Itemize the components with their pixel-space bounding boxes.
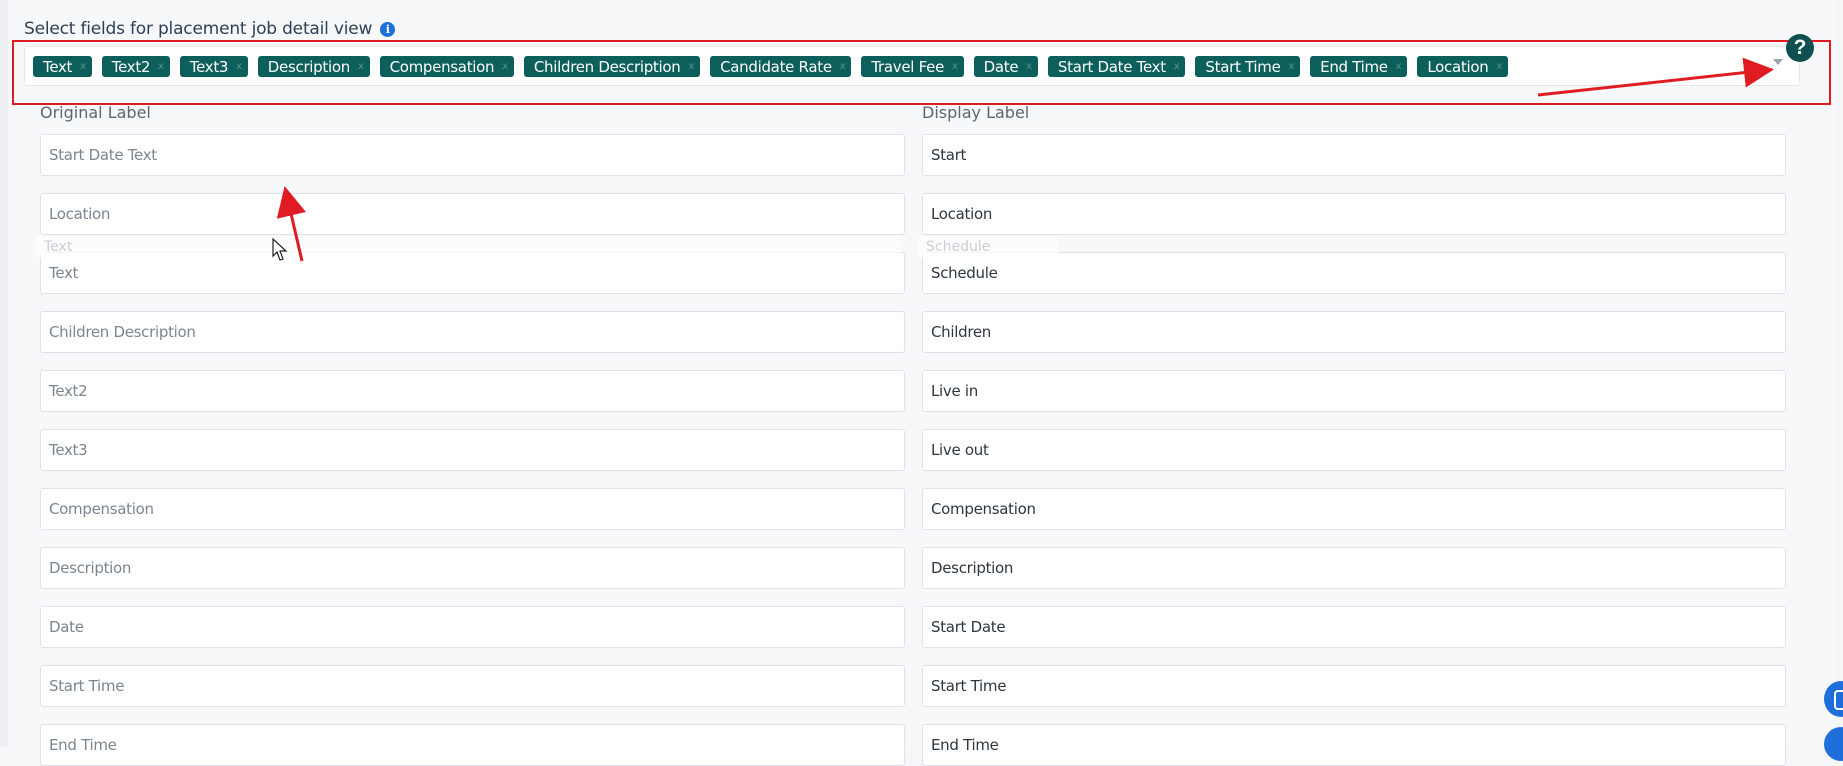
field-chip-label: Candidate Rate (720, 57, 832, 76)
field-chip-label: Location (1427, 57, 1489, 76)
display-label-input[interactable]: Live in (922, 370, 1786, 412)
drag-ghost-original-text: Text (44, 239, 73, 255)
field-chip-label: Travel Fee (871, 57, 944, 76)
field-chip[interactable]: Text2 x (101, 56, 170, 77)
remove-chip-icon[interactable]: x (1496, 61, 1502, 72)
display-label-input[interactable]: Schedule (922, 252, 1786, 294)
field-chip[interactable]: Compensation x (379, 56, 514, 77)
original-label-field[interactable]: Start Date Text (40, 134, 905, 176)
field-chip-label: Children Description (533, 57, 681, 76)
field-chip-label: Text3 (189, 57, 229, 76)
display-label-header: Display Label (922, 103, 1030, 122)
remove-chip-icon[interactable]: x (1174, 61, 1180, 72)
field-chip[interactable]: Description x (257, 56, 370, 77)
display-label-input[interactable]: Live out (922, 429, 1786, 471)
field-chip[interactable]: End Time x (1310, 56, 1408, 77)
field-chip-label: Start Date Text (1057, 57, 1166, 76)
display-label-input[interactable]: Start Time (922, 665, 1786, 707)
display-label-input[interactable]: Start (922, 134, 1786, 176)
section-title-text: Select fields for placement job detail v… (24, 19, 373, 39)
field-chip[interactable]: Date x (973, 56, 1038, 77)
original-label-field[interactable]: Location (40, 193, 905, 235)
remove-chip-icon[interactable]: x (158, 61, 164, 72)
original-label-field[interactable]: Date (40, 606, 905, 648)
field-chip[interactable]: Text x (33, 56, 92, 77)
display-label-input[interactable]: Children (922, 311, 1786, 353)
field-chip[interactable]: Text3 x (179, 56, 248, 77)
remove-chip-icon[interactable]: x (358, 61, 364, 72)
original-label-field[interactable]: Text (40, 252, 905, 294)
original-label-field[interactable]: Description (40, 547, 905, 589)
original-label-field[interactable]: Compensation (40, 488, 905, 530)
display-label-input[interactable]: Compensation (922, 488, 1786, 530)
field-chip-label: Text2 (111, 57, 151, 76)
remove-chip-icon[interactable]: x (688, 61, 694, 72)
chevron-down-icon[interactable] (1773, 59, 1783, 65)
field-chip[interactable]: Start Time x (1195, 56, 1301, 77)
section-title: Select fields for placement job detail v… (24, 19, 396, 39)
display-label-input[interactable]: Description (922, 547, 1786, 589)
drag-ghost-display-text: Schedule (926, 239, 991, 255)
remove-chip-icon[interactable]: x (236, 61, 242, 72)
drag-ghost-original: Text (36, 236, 901, 258)
original-label-field[interactable]: End Time (40, 724, 905, 766)
remove-chip-icon[interactable]: x (840, 61, 846, 72)
remove-chip-icon[interactable]: x (80, 61, 86, 72)
field-chip-label: Start Time (1205, 57, 1281, 76)
original-label-field[interactable]: Text2 (40, 370, 905, 412)
field-chip-label: Text (43, 57, 73, 76)
field-chip[interactable]: Location x (1417, 56, 1509, 77)
field-chip-label: End Time (1320, 57, 1388, 76)
display-label-input[interactable]: End Time (922, 724, 1786, 766)
left-gutter (0, 0, 8, 746)
remove-chip-icon[interactable]: x (952, 61, 958, 72)
display-label-input[interactable]: Location (922, 193, 1786, 235)
original-label-field[interactable]: Text3 (40, 429, 905, 471)
drag-ghost-display: Schedule (918, 236, 1058, 258)
field-chip-label: Description (267, 57, 350, 76)
field-chip[interactable]: Children Description x (523, 56, 701, 77)
info-icon[interactable]: i (380, 21, 396, 37)
field-chip[interactable]: Start Date Text x (1047, 56, 1186, 77)
field-chip-label: Date (983, 57, 1019, 76)
help-icon[interactable]: ? (1786, 34, 1814, 62)
field-chip[interactable]: Candidate Rate x (710, 56, 852, 77)
field-chip-label: Compensation (389, 57, 495, 76)
display-label-input[interactable]: Start Date (922, 606, 1786, 648)
original-label-header: Original Label (40, 103, 151, 122)
original-label-field[interactable]: Children Description (40, 311, 905, 353)
remove-chip-icon[interactable]: x (1289, 61, 1295, 72)
remove-chip-icon[interactable]: x (1026, 61, 1032, 72)
field-chip[interactable]: Travel Fee x (861, 56, 964, 77)
remove-chip-icon[interactable]: x (502, 61, 508, 72)
field-multiselect[interactable]: Text x Text2 x Text3 x Description x Compensatio… (24, 46, 1800, 86)
hand-cursor-icon (272, 238, 288, 261)
remove-chip-icon[interactable]: x (1396, 61, 1402, 72)
original-label-field[interactable]: Start Time (40, 665, 905, 707)
selected-fields: Text x Text2 x Text3 x Description x Compensatio… (33, 56, 1509, 77)
